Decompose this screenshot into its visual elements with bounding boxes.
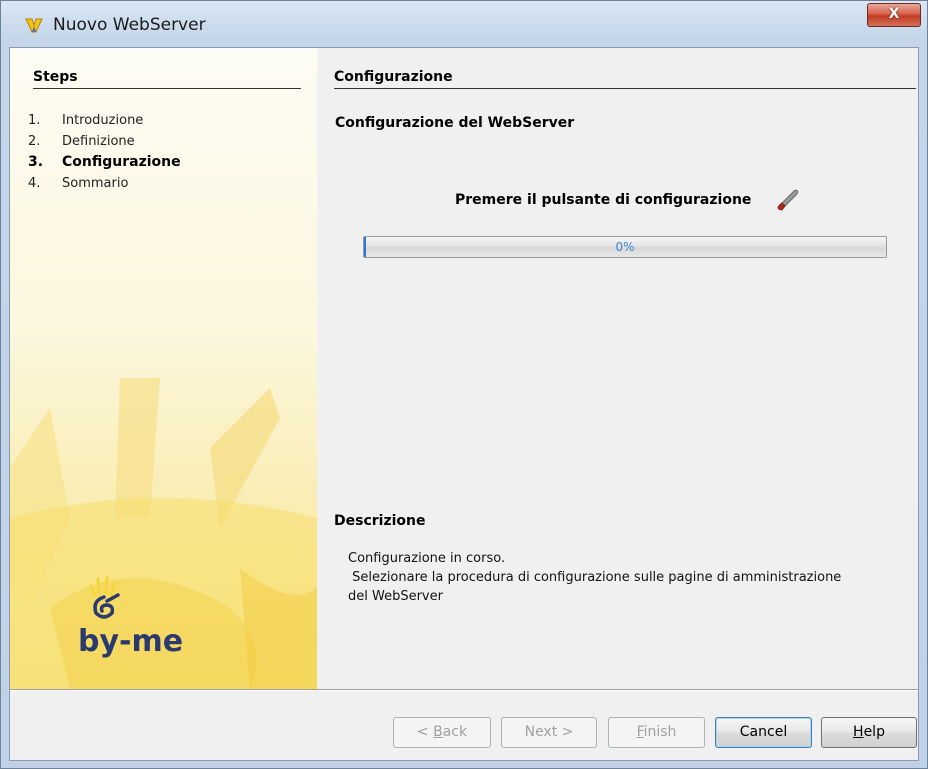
page-subtitle: Configurazione del WebServer — [335, 115, 575, 131]
cancel-button[interactable]: Cancel — [715, 717, 812, 748]
back-button[interactable]: < Back — [393, 717, 491, 748]
next-button[interactable]: Next > — [501, 717, 597, 748]
configure-instruction: Premere il pulsante di configurazione — [455, 192, 752, 208]
close-button[interactable]: X — [867, 3, 921, 27]
steps-title: Steps — [33, 69, 301, 89]
help-rest: elp — [863, 724, 885, 740]
cancel-label: Cancel — [739, 724, 788, 740]
finish-rest: inish — [643, 724, 677, 740]
progress-label: 0% — [615, 240, 635, 254]
description-title: Descrizione — [334, 513, 426, 529]
back-mnemonic: B — [433, 724, 443, 740]
wizard-window: Nuovo WebServer X Steps 1. Introduzione … — [0, 0, 928, 769]
by-me-logo: by-me — [78, 575, 183, 659]
step-item-configurazione: 3. Configurazione — [28, 152, 181, 173]
help-mnemonic: H — [853, 724, 864, 740]
step-label: Configurazione — [62, 154, 181, 170]
step-label: Definizione — [62, 134, 135, 149]
steps-panel: Steps 1. Introduzione 2. Definizione 3. Con… — [10, 48, 317, 689]
step-number: 1. — [28, 113, 41, 128]
step-item-sommario: 4. Sommario — [28, 173, 181, 194]
next-label: Next > — [524, 724, 574, 740]
back-rest: ack — [442, 724, 468, 740]
help-button[interactable]: Help — [821, 717, 917, 748]
dialog-body: Steps 1. Introduzione 2. Definizione 3. Con… — [9, 47, 919, 761]
step-item-definizione: 2. Definizione — [28, 131, 181, 152]
step-label: Sommario — [62, 176, 129, 191]
finish-button[interactable]: Finish — [608, 717, 705, 748]
logo-text: by-me — [78, 624, 183, 659]
step-number: 2. — [28, 134, 41, 149]
step-item-introduzione: 1. Introduzione — [28, 110, 181, 131]
button-divider — [10, 689, 918, 691]
title-bar[interactable]: Nuovo WebServer X — [1, 1, 927, 47]
back-prefix: < — [416, 724, 434, 740]
page-title: Configurazione — [334, 69, 916, 89]
configuration-progress-bar: 0% — [363, 236, 887, 258]
configure-wrench-icon[interactable] — [776, 188, 800, 212]
step-label: Introduzione — [62, 113, 144, 128]
finish-mnemonic: F — [636, 724, 644, 740]
window-title: Nuovo WebServer — [53, 15, 206, 35]
content-panel: Configurazione Configurazione del WebSer… — [317, 48, 918, 689]
description-text: Configurazione in corso. Selezionare la … — [348, 551, 842, 604]
steps-list: 1. Introduzione 2. Definizione 3. Configura… — [28, 110, 181, 194]
step-number: 3. — [28, 154, 44, 170]
step-number: 4. — [28, 176, 41, 191]
app-icon — [25, 18, 43, 33]
